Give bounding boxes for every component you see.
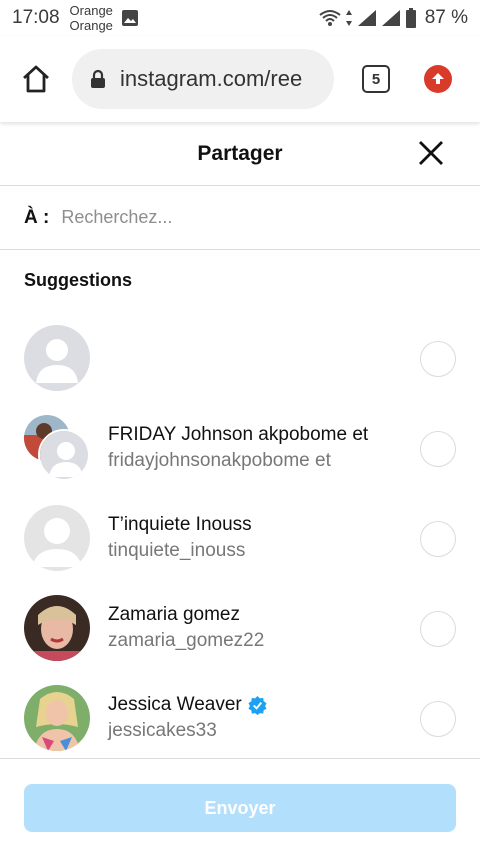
full-name: FRIDAY Johnson akpobome et [108, 424, 369, 445]
signal-icon-1 [357, 10, 376, 26]
name-block: FRIDAY Johnson akpobome et fridayjohnson… [108, 422, 368, 474]
full-name: T’inquiete Inouss [108, 514, 252, 535]
avatar [24, 595, 90, 661]
arrow-up-icon [432, 73, 444, 84]
carrier-line-1: Orange [69, 3, 113, 18]
carrier-label: Orange Orange [70, 3, 113, 33]
select-radio[interactable] [420, 521, 456, 557]
carrier-line-2: Orange [69, 18, 113, 33]
status-icons: 87 % [319, 7, 468, 29]
name-block: Zamaria gomez zamaria_gomez22 [108, 602, 264, 654]
search-input[interactable] [61, 207, 422, 228]
list-item[interactable]: T’inquiete Inouss tinquiete_inouss [0, 493, 480, 583]
list-item[interactable]: Jessica Weaver jessicakes33 [0, 673, 480, 763]
home-button[interactable] [14, 57, 58, 101]
username: fridayjohnsonakpobome et [108, 450, 331, 471]
status-bar: 17:08 Orange Orange 87 % [0, 0, 480, 36]
wifi-icon [319, 10, 341, 26]
browser-toolbar: instagram.com/ree 5 [0, 36, 480, 122]
select-radio[interactable] [420, 611, 456, 647]
share-footer: Envoyer [0, 758, 480, 854]
photo-avatar-icon [24, 685, 90, 751]
url-bar[interactable]: instagram.com/ree [72, 49, 334, 109]
avatar [24, 325, 90, 391]
tabs-button[interactable]: 5 [362, 65, 390, 93]
list-item[interactable] [0, 313, 480, 403]
battery-icon [405, 8, 416, 28]
list-item[interactable]: FRIDAY Johnson akpobome et fridayjohnson… [0, 403, 480, 493]
full-name-row: Jessica Weaver [108, 692, 267, 718]
group-avatar [24, 415, 90, 481]
name-block: T’inquiete Inouss tinquiete_inouss [108, 512, 252, 564]
photo-avatar-icon [24, 595, 90, 661]
data-arrows-icon [345, 10, 352, 26]
select-radio[interactable] [420, 701, 456, 737]
avatar [24, 685, 90, 751]
verified-badge-icon [248, 695, 267, 715]
username: tinquiete_inouss [108, 540, 246, 561]
image-notification-icon [121, 10, 138, 26]
name-block: Jessica Weaver jessicakes33 [108, 692, 267, 744]
avatar [38, 429, 90, 481]
recipient-row: À : [0, 186, 480, 250]
full-name: Jessica Weaver [108, 694, 242, 715]
close-icon [419, 141, 443, 165]
default-avatar-icon [24, 505, 90, 571]
suggestions-title: Suggestions [24, 270, 133, 290]
username: zamaria_gomez22 [108, 630, 265, 651]
share-title: Partager [197, 141, 283, 165]
default-avatar-icon [24, 325, 90, 391]
default-avatar-icon [40, 431, 88, 479]
send-button[interactable]: Envoyer [24, 784, 456, 832]
url-text: instagram.com/ree [120, 66, 303, 91]
suggestion-list: FRIDAY Johnson akpobome et fridayjohnson… [0, 313, 480, 763]
update-button[interactable] [424, 65, 452, 93]
signal-icon-2 [381, 10, 400, 26]
select-radio[interactable] [420, 431, 456, 467]
select-radio[interactable] [420, 341, 456, 377]
status-time: 17:08 [12, 7, 60, 28]
close-button[interactable] [416, 138, 446, 168]
home-icon [23, 65, 49, 93]
avatar [24, 505, 90, 571]
list-item[interactable]: Zamaria gomez zamaria_gomez22 [0, 583, 480, 673]
share-header: Partager [0, 122, 480, 186]
battery-percent: 87 % [424, 7, 468, 28]
to-label: À : [24, 206, 50, 228]
username: jessicakes33 [108, 720, 217, 741]
full-name: Zamaria gomez [108, 604, 240, 625]
lock-icon [91, 69, 105, 88]
